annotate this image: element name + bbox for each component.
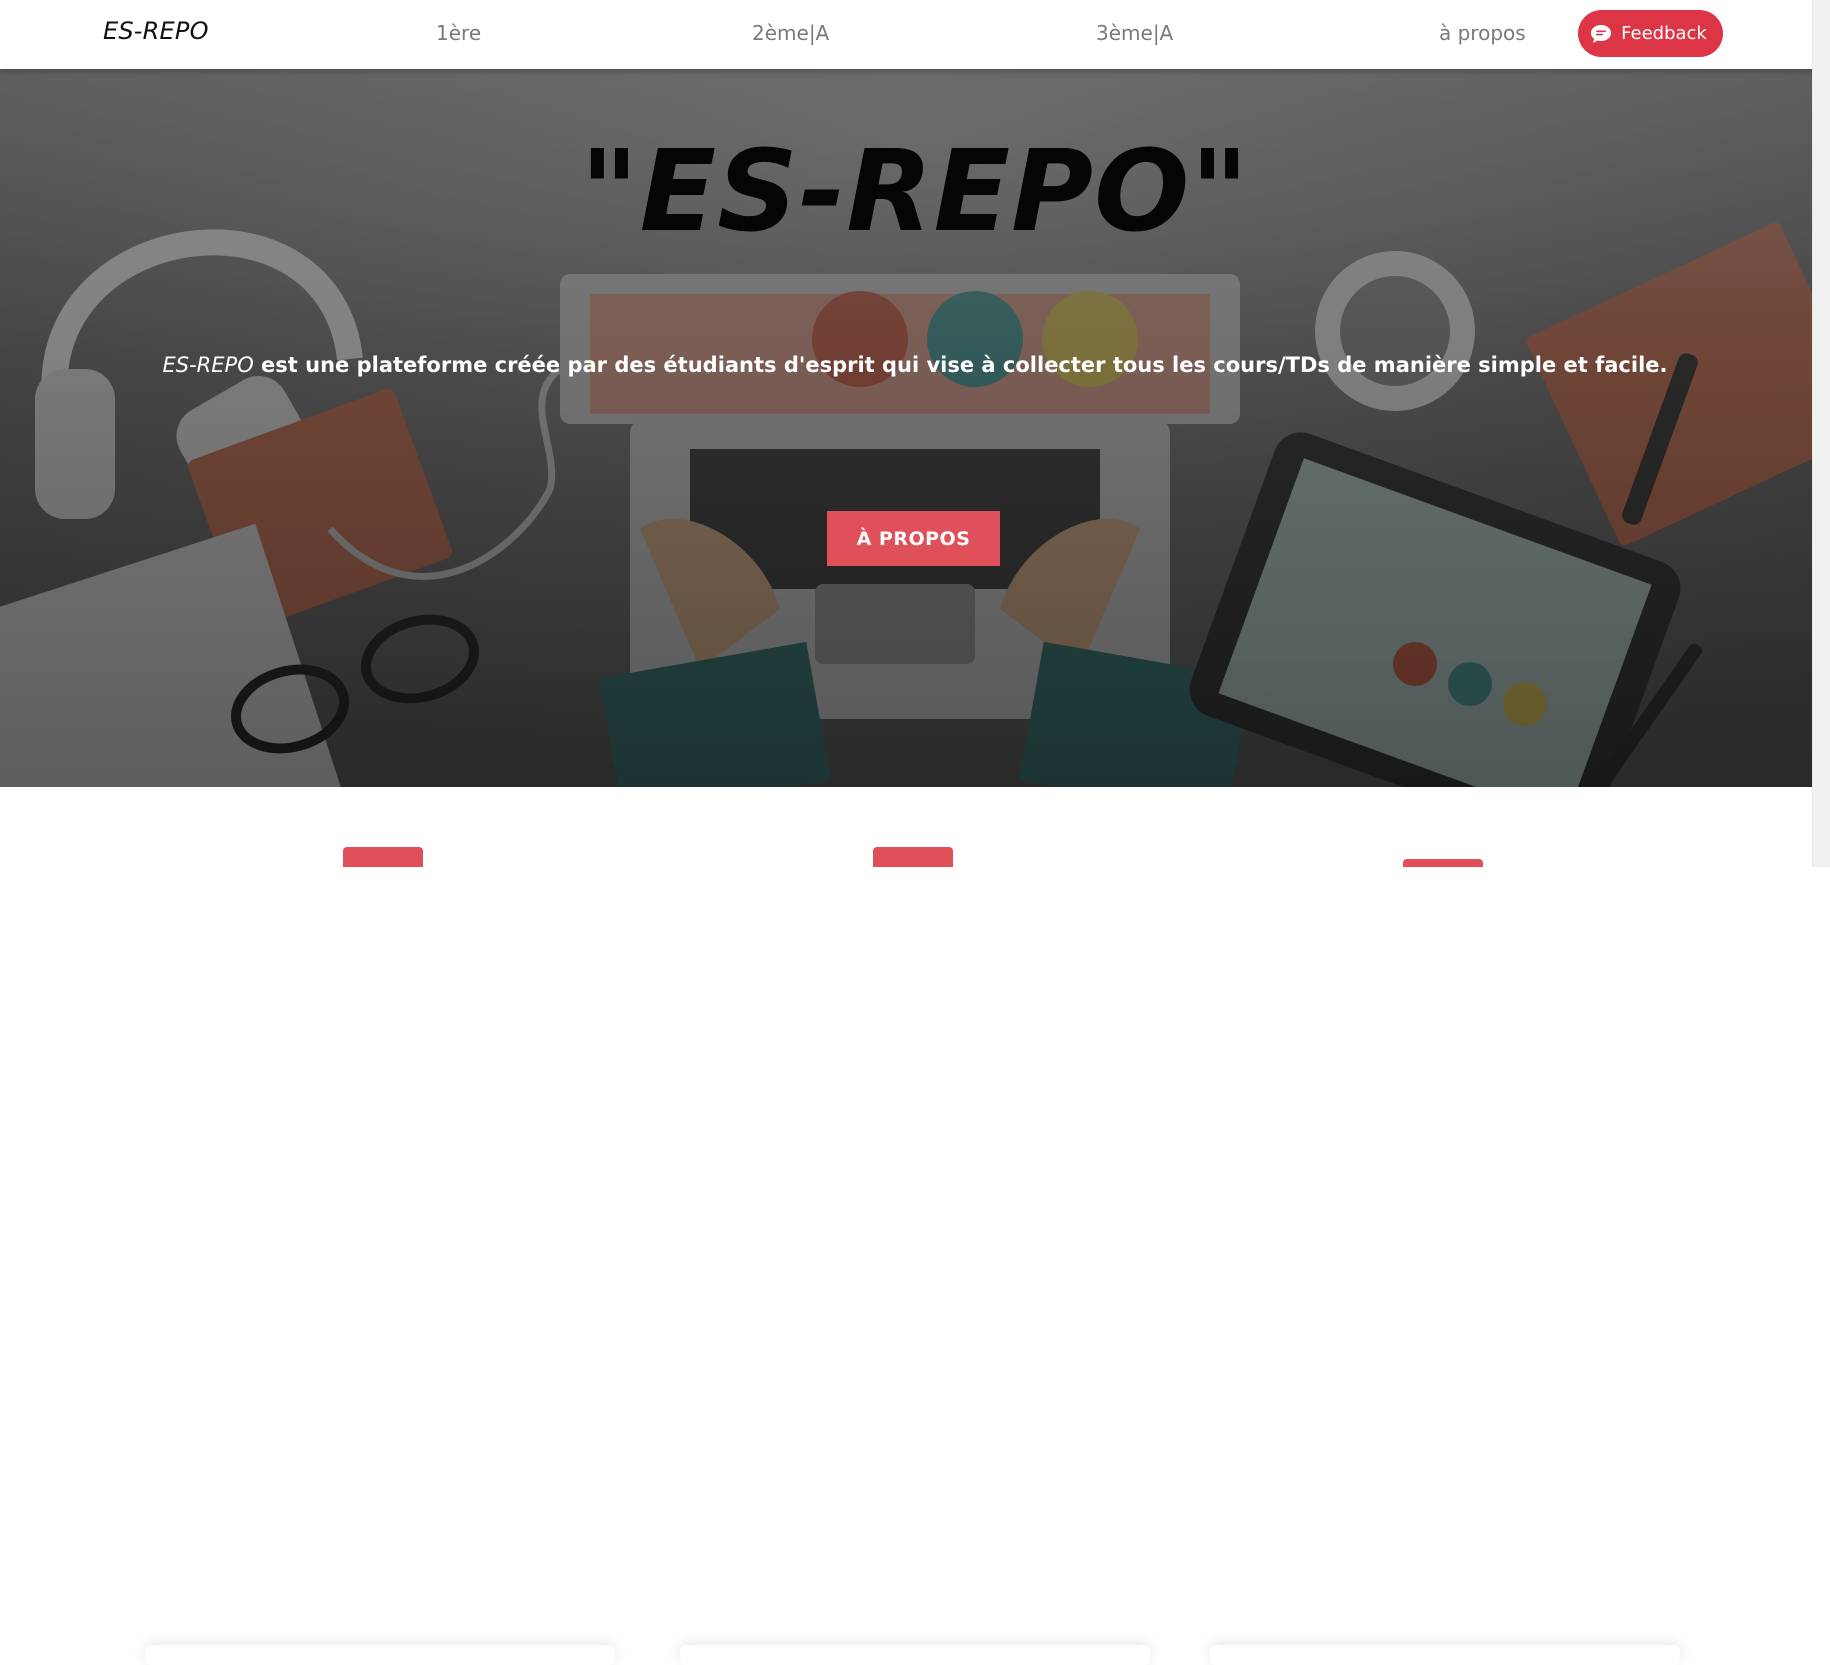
hero-subtitle: ES-REPO est une plateforme créée par des… [0, 353, 1830, 377]
card-3[interactable] [1210, 1645, 1680, 1665]
feedback-button[interactable]: Feedback [1578, 10, 1723, 57]
nav-link-3eme-a[interactable]: 3ème|A [1096, 21, 1173, 45]
hero-subtitle-brand: ES-REPO [162, 353, 254, 377]
hero-subtitle-text: est une plateforme créée par des étudian… [253, 353, 1668, 377]
card-2-tab [873, 847, 953, 867]
chat-bubble-icon [1591, 24, 1612, 43]
top-navbar: ES-REPO 1ère 2ème|A 3ème|A à propos Feed… [0, 0, 1830, 69]
card-2[interactable] [680, 1645, 1150, 1665]
card-3-tab [1403, 859, 1483, 867]
feedback-button-label: Feedback [1621, 23, 1707, 44]
hero-title: "ES-REPO" [580, 127, 1250, 257]
page-scrollbar[interactable] [1812, 0, 1830, 867]
card-1-tab [343, 847, 423, 867]
nav-link-1ere[interactable]: 1ère [436, 21, 481, 45]
a-propos-button[interactable]: À PROPOS [827, 511, 1000, 566]
nav-link-a-propos[interactable]: à propos [1439, 21, 1526, 45]
card-1[interactable] [145, 1645, 615, 1665]
hero-section: "ES-REPO" ES-REPO est une plateforme cré… [0, 69, 1830, 787]
nav-link-2eme-a[interactable]: 2ème|A [752, 21, 829, 45]
brand-logo-link[interactable]: ES-REPO [103, 17, 209, 45]
